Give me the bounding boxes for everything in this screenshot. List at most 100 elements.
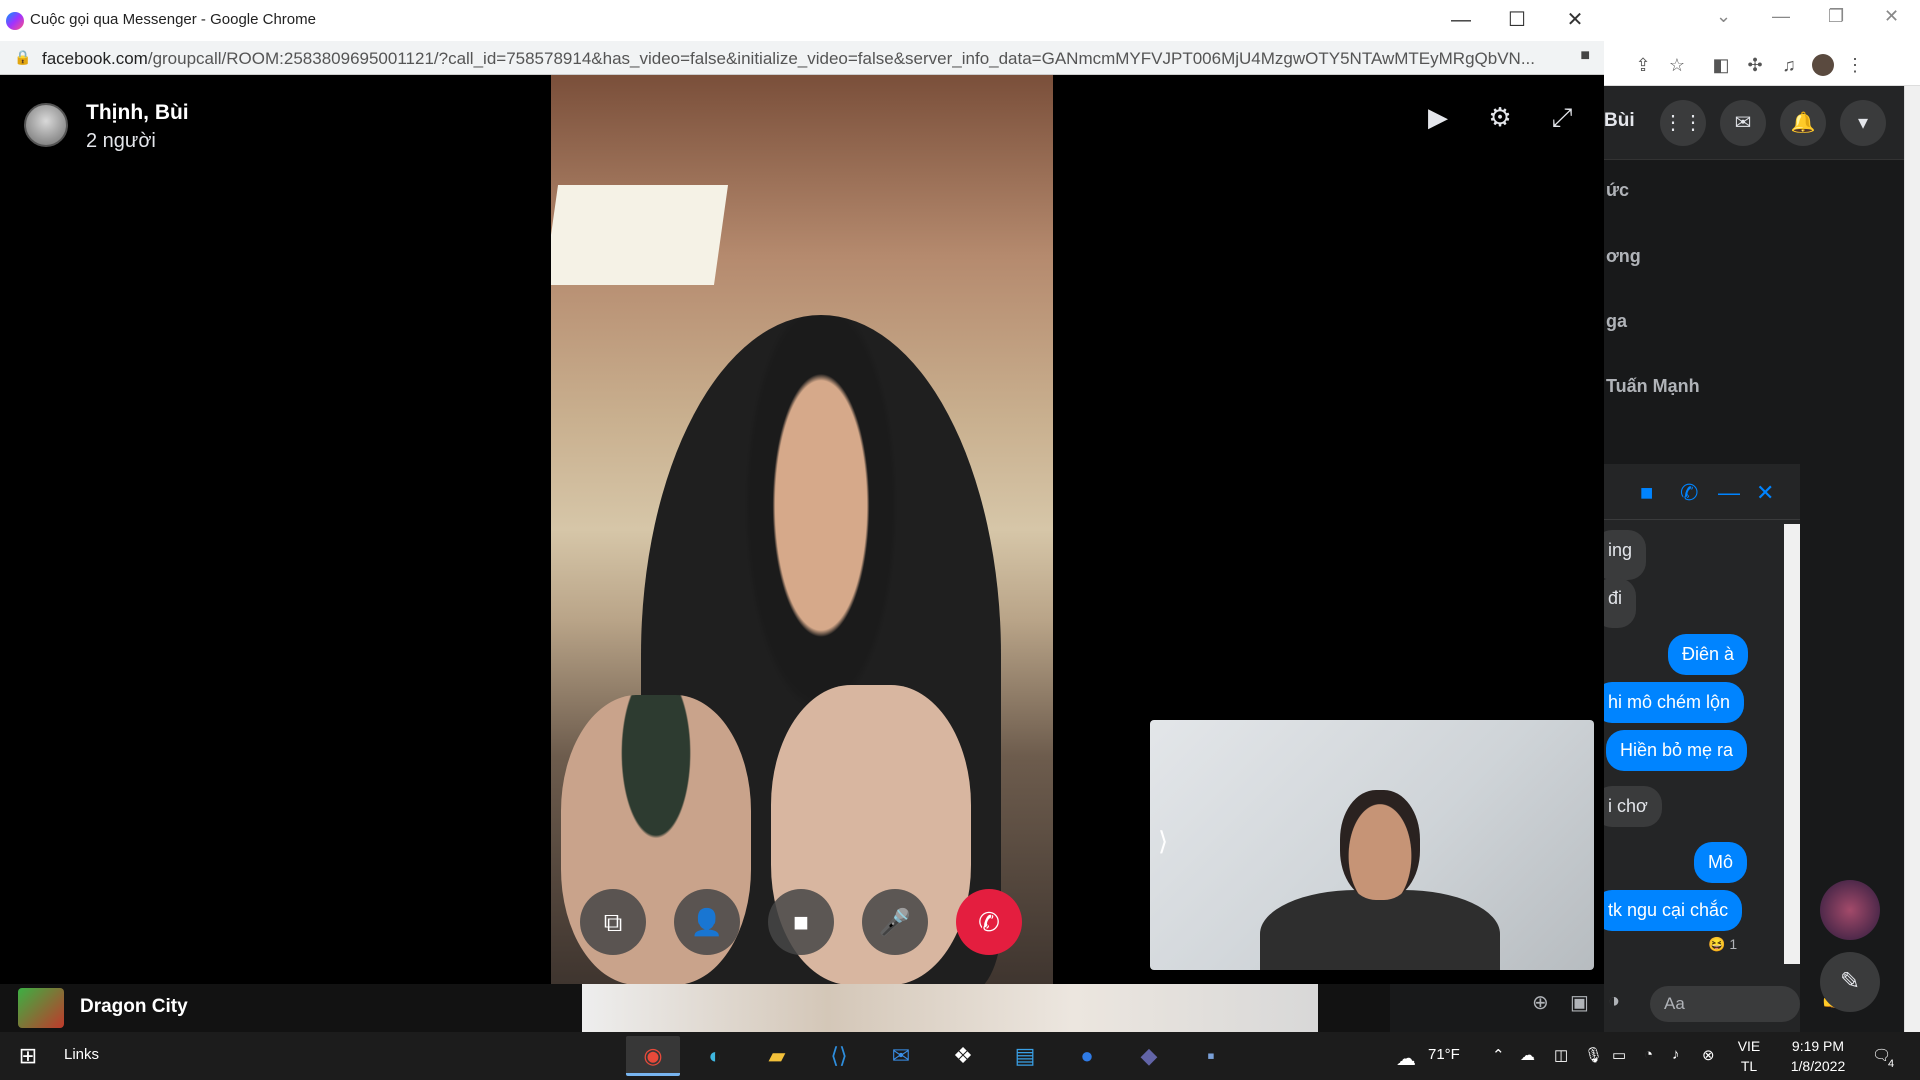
chevron-right-icon[interactable]: ⟩ [1158,826,1168,857]
kebab-menu-icon[interactable]: ⋮ [1844,54,1866,76]
caller-avatar [24,103,68,147]
profile-name-partial[interactable]: Bùi [1604,110,1635,132]
add-person-icon[interactable]: 👤 [674,889,740,955]
clock-date: 1/8/2022 [1790,1058,1846,1074]
wifi-icon[interactable]: ◔ [1644,1046,1653,1063]
close-icon[interactable]: ✕ [1884,6,1899,27]
contact-item[interactable]: ơng [1606,246,1641,267]
profile-avatar[interactable] [1812,54,1834,76]
account-dropdown-icon[interactable]: ▾ [1840,100,1886,146]
minimize-icon[interactable]: — [1446,6,1476,34]
minimize-icon[interactable]: — [1772,6,1790,27]
message-bubble[interactable]: Hiền bỏ mẹ ra [1606,730,1748,771]
windows-start-icon[interactable]: ⊞ [0,1032,56,1080]
language-code: VIE [1737,1038,1761,1054]
language-sub: TL [1740,1058,1758,1074]
chrome-icon[interactable]: ◉ [626,1036,680,1076]
chevron-down-icon[interactable]: ⌄ [1716,6,1731,27]
plus-icon[interactable]: ⊕ [1532,990,1549,1015]
new-message-icon[interactable]: ✎ [1820,952,1880,1012]
close-icon[interactable]: ✕ [1560,6,1590,34]
page-scrollbar[interactable] [1904,86,1920,1032]
caller-name: Thịnh, Bùi [86,101,189,124]
vscode-icon[interactable]: ⟨⟩ [812,1036,866,1076]
dropbox-icon[interactable]: ❖ [936,1036,990,1076]
onedrive-icon[interactable]: ☁ [1520,1046,1535,1064]
message-bubble[interactable]: tk ngu cại chắc [1594,890,1743,931]
end-call-icon[interactable]: ✆ [956,889,1022,955]
url-path: /groupcall/ROOM:2583809695001121/?call_i… [147,49,1535,68]
lock-icon[interactable]: 🔒 [14,49,31,66]
volume-icon[interactable]: ♪ [1672,1046,1680,1063]
message-input[interactable]: Aa [1650,986,1800,1022]
messenger-icon[interactable]: ✉ [1720,100,1766,146]
chat-window: ■ ✆ — ✕ ing đi Điên à hi mô chém lộn Hiề… [1532,464,1800,1032]
device-icon[interactable]: ◫ [1554,1046,1568,1064]
message-bubble[interactable]: Điên à [1668,634,1749,675]
menu-grid-icon[interactable]: ⋮⋮ [1660,100,1706,146]
participant-count: 2 người [86,130,156,152]
fullscreen-icon[interactable]: ⤢ [1544,99,1580,135]
chat-head-avatar[interactable] [1820,880,1880,940]
tray-expand-icon[interactable]: ⌃ [1492,1046,1505,1064]
share-screen-icon[interactable]: ⧉ [580,889,646,955]
camera-icon[interactable]: ■ [768,889,834,955]
sticker-icon[interactable]: ◑ [1608,990,1620,1013]
extension-icon[interactable]: ◧ [1710,54,1732,76]
notification-count: 4 [1888,1058,1895,1070]
clock-time: 9:19 PM [1791,1038,1845,1054]
watch-together-icon[interactable]: ▶ [1420,99,1456,135]
restore-icon[interactable]: ❐ [1828,6,1844,27]
image-icon[interactable]: ▣ [1570,990,1589,1015]
gear-icon[interactable]: ⚙ [1482,99,1518,135]
windows-taskbar: ⊞ Links ◉ ◐ ▰ ⟨⟩ ✉ ❖ ▤ ● ◆ ▪ ☁ 71°F ⌃ ☁ … [0,1032,1920,1080]
contact-item[interactable]: Tuấn Mạnh [1606,376,1700,397]
messenger-call-window: Cuộc gọi qua Messenger - Google Chrome —… [0,0,1604,984]
input-language[interactable]: VIE TL [1734,1036,1764,1076]
edge-icon[interactable]: ◐ [688,1036,742,1076]
whiteboard-icon[interactable]: ▤ [998,1036,1052,1076]
window-titlebar: Cuộc gọi qua Messenger - Google Chrome —… [0,0,1604,41]
minimize-chat-icon[interactable]: — [1718,480,1740,506]
facebook-header: Bùi ⋮⋮ ✉ 🔔 ▾ [1604,86,1904,160]
file-explorer-icon[interactable]: ▰ [750,1036,804,1076]
star-icon[interactable]: ☆ [1666,54,1688,76]
self-video-preview[interactable]: ⟩ [1150,720,1594,970]
system-clock[interactable]: 9:19 PM 1/8/2022 [1778,1036,1858,1076]
banner-image [582,984,1318,1032]
game-banner[interactable]: Dragon City [0,984,1390,1032]
reaction-badge[interactable]: 😆 1 [1708,936,1737,953]
contact-item[interactable]: ga [1606,311,1627,332]
background-chrome-toolbar: ⌄ — ❐ ✕ ⇪ ☆ ◧ ✣ ♫ ⋮ [1604,0,1920,86]
url-text[interactable]: facebook.com/groupcall/ROOM:258380969500… [42,49,1552,69]
chat-composer: ⊕ ▣ ◑ Aa [1532,976,1800,1032]
microphone-tray-icon[interactable]: 🎙 [1584,1046,1603,1064]
teams-icon[interactable]: ◆ [1122,1036,1176,1076]
message-bubble[interactable]: hi mô chém lộn [1594,682,1745,723]
weather-temp[interactable]: 71°F [1428,1046,1460,1063]
puzzle-icon[interactable]: ✣ [1744,54,1766,76]
microphone-icon[interactable]: 🎤 [862,889,928,955]
video-content [551,185,729,285]
notifications-icon[interactable]: 🔔 [1780,100,1826,146]
address-bar[interactable]: 🔒 facebook.com/groupcall/ROOM:2583809695… [0,41,1604,75]
zalo-icon[interactable]: ● [1060,1036,1114,1076]
video-call-icon[interactable]: ■ [1640,480,1653,506]
weather-icon[interactable]: ☁ [1396,1046,1416,1071]
maximize-icon[interactable]: ☐ [1502,6,1532,34]
camera-permission-icon[interactable]: ■ [1580,47,1590,65]
close-chat-icon[interactable]: ✕ [1756,480,1774,506]
mail-icon[interactable]: ✉ [874,1036,928,1076]
phone-icon[interactable]: ✆ [1680,480,1698,506]
contact-item[interactable]: ức [1606,180,1629,201]
message-bubble[interactable]: Mô [1694,842,1748,883]
network-error-icon[interactable]: ⊗ [1702,1046,1715,1064]
links-toolbar[interactable]: Links [64,1046,99,1063]
battery-icon[interactable]: ▭ [1612,1046,1626,1064]
chat-header: ■ ✆ — ✕ [1604,464,1800,520]
share-icon[interactable]: ⇪ [1632,54,1654,76]
media-icon[interactable]: ♫ [1778,54,1800,76]
devc-icon[interactable]: ▪ [1184,1036,1238,1076]
chat-scrollbar[interactable] [1784,524,1800,964]
message-bubble[interactable]: i chơ [1594,786,1662,827]
